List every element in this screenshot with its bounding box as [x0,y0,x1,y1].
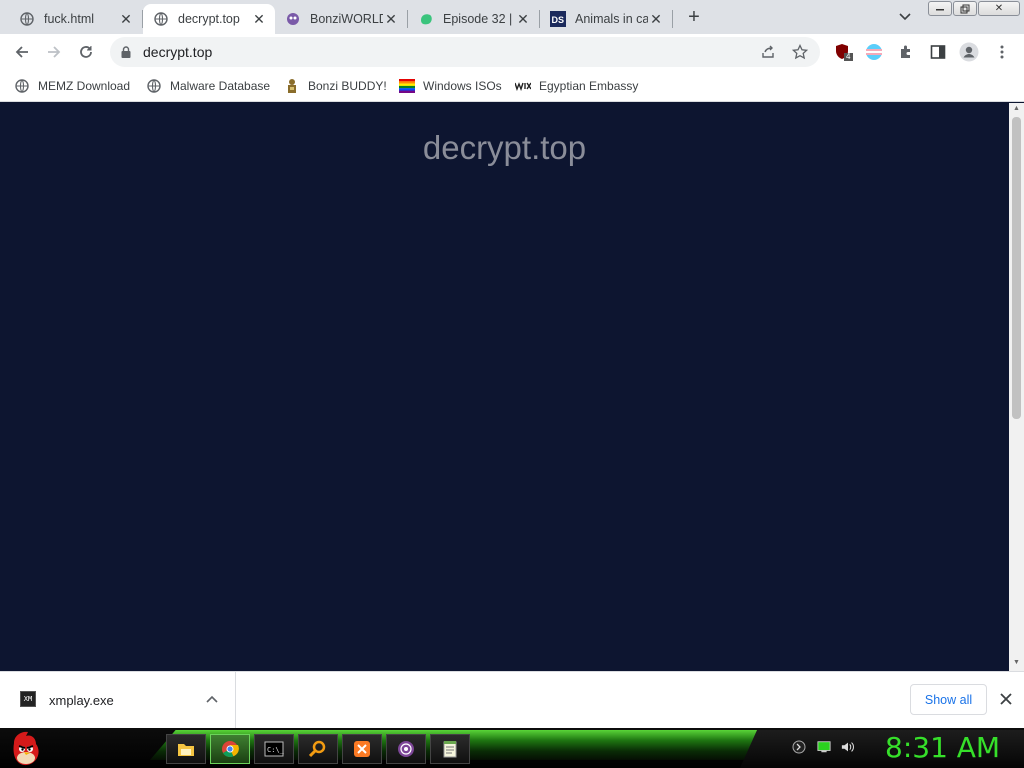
close-shelf-icon[interactable] [998,691,1014,707]
tab-search-chevron-icon[interactable] [896,8,914,26]
side-panel-icon[interactable] [928,42,948,62]
svg-text:DS: DS [552,15,565,25]
notepad-icon[interactable] [430,734,470,764]
command-prompt-icon[interactable]: C:\_ [254,734,294,764]
close-tab-icon[interactable]: ✕ [648,11,664,27]
network-monitor-icon[interactable] [817,740,831,754]
chrome-icon[interactable] [210,734,250,764]
tab-animals[interactable]: DS Animals in ca ✕ [540,4,672,34]
page-content: decrypt.top [0,103,1009,671]
download-shelf: XM xmplay.exe Show all [0,671,1024,728]
back-icon[interactable] [12,42,32,62]
close-tab-icon[interactable]: ✕ [251,11,267,27]
bookmark-memz-download[interactable]: MEMZ Download [14,76,130,96]
lock-icon[interactable] [121,45,133,59]
restore-button[interactable] [953,1,977,16]
extensions-puzzle-icon[interactable] [896,42,916,62]
scroll-down-arrow-icon[interactable]: ▼ [1012,659,1021,668]
close-tab-icon[interactable]: ✕ [383,11,399,27]
tab-title: fuck.html [44,12,95,26]
bookmark-bonzi-buddy[interactable]: Bonzi BUDDY! [284,76,387,96]
chevron-up-icon[interactable] [205,692,219,706]
search-app-icon[interactable] [298,734,338,764]
globe-icon [153,11,169,27]
minimize-button[interactable] [928,1,952,16]
forward-icon[interactable] [44,42,64,62]
extension-badge: 4 [846,52,851,61]
bookmark-label: MEMZ Download [38,79,131,93]
url-text[interactable]: decrypt.top [143,44,212,60]
tab-decrypt-top[interactable]: decrypt.top ✕ [143,4,275,34]
tab-title: Episode 32 | [443,12,513,26]
green-blob-icon [418,11,434,27]
globe-icon [146,78,162,94]
toolbar: decrypt.top 4 [0,34,1024,70]
bookmark-star-icon[interactable] [791,43,810,60]
site-title: decrypt.top [422,129,587,166]
bookmarks-bar: MEMZ Download Malware Database Bonzi BUD… [0,70,1024,102]
start-button[interactable] [6,728,46,768]
bookmark-label: Egyptian Embassy [539,79,639,93]
bookmark-label: Windows ISOs [423,79,502,93]
svg-text:C:\_: C:\_ [267,746,284,754]
profile-avatar-icon[interactable] [959,42,979,62]
globe-icon [14,78,30,94]
bookmark-egyptian-embassy[interactable]: Egyptian Embassy [515,76,638,96]
tab-separator [672,10,673,28]
close-tab-icon[interactable]: ✕ [118,11,134,27]
reload-icon[interactable] [76,42,96,62]
xm-file-icon: XM [20,691,36,707]
vertical-scrollbar[interactable]: ▲ ▼ [1009,103,1024,671]
menu-kebab-icon[interactable] [992,42,1012,62]
scrollbar-thumb[interactable] [1012,117,1021,419]
tab-bonziworld[interactable]: BonziWORLD ✕ [275,4,407,34]
ublock-extension-icon[interactable]: 4 [834,42,854,62]
flag-extension-icon[interactable] [864,42,884,62]
tab-strip: fuck.html ✕ decrypt.top ✕ BonziWORLD ✕ E… [0,0,1024,34]
bookmark-label: Malware Database [170,79,271,93]
close-window-button[interactable]: ✕ [978,1,1020,16]
show-all-button[interactable]: Show all [910,684,987,715]
new-tab-button[interactable]: + [683,6,705,28]
address-bar[interactable]: decrypt.top [110,37,820,67]
globe-icon [19,11,35,27]
bonzi-icon [285,11,301,27]
tor-icon[interactable] [386,734,426,764]
download-item[interactable]: XM xmplay.exe [0,672,236,728]
volume-icon[interactable] [841,740,855,754]
scroll-up-arrow-icon[interactable]: ▲ [1012,105,1021,114]
download-filename[interactable]: xmplay.exe [49,693,114,708]
tab-episode-32[interactable]: Episode 32 | ✕ [408,4,539,34]
bookmark-malware-database[interactable]: Malware Database [146,76,270,96]
steam-tray-icon[interactable] [792,740,806,754]
bonzi-figure-icon [284,78,300,94]
tab-title: BonziWORLD [310,12,383,26]
tab-title: Animals in ca [575,12,648,26]
share-icon[interactable] [760,44,778,60]
tab-title: decrypt.top [178,12,240,26]
xampp-icon[interactable] [342,734,382,764]
bookmark-windows-isos[interactable]: Windows ISOs [399,76,502,96]
rainbow-flag-icon [399,78,415,94]
close-tab-icon[interactable]: ✕ [515,11,531,27]
tab-fuck-html[interactable]: fuck.html ✕ [0,4,142,34]
taskbar: C:\_ 8:31 AM [0,728,1024,768]
bookmark-label: Bonzi BUDDY! [308,79,387,93]
wix-icon [515,78,531,94]
system-clock[interactable]: 8:31 AM [885,731,1000,764]
file-explorer-icon[interactable] [166,734,206,764]
ds-icon: DS [550,11,566,27]
